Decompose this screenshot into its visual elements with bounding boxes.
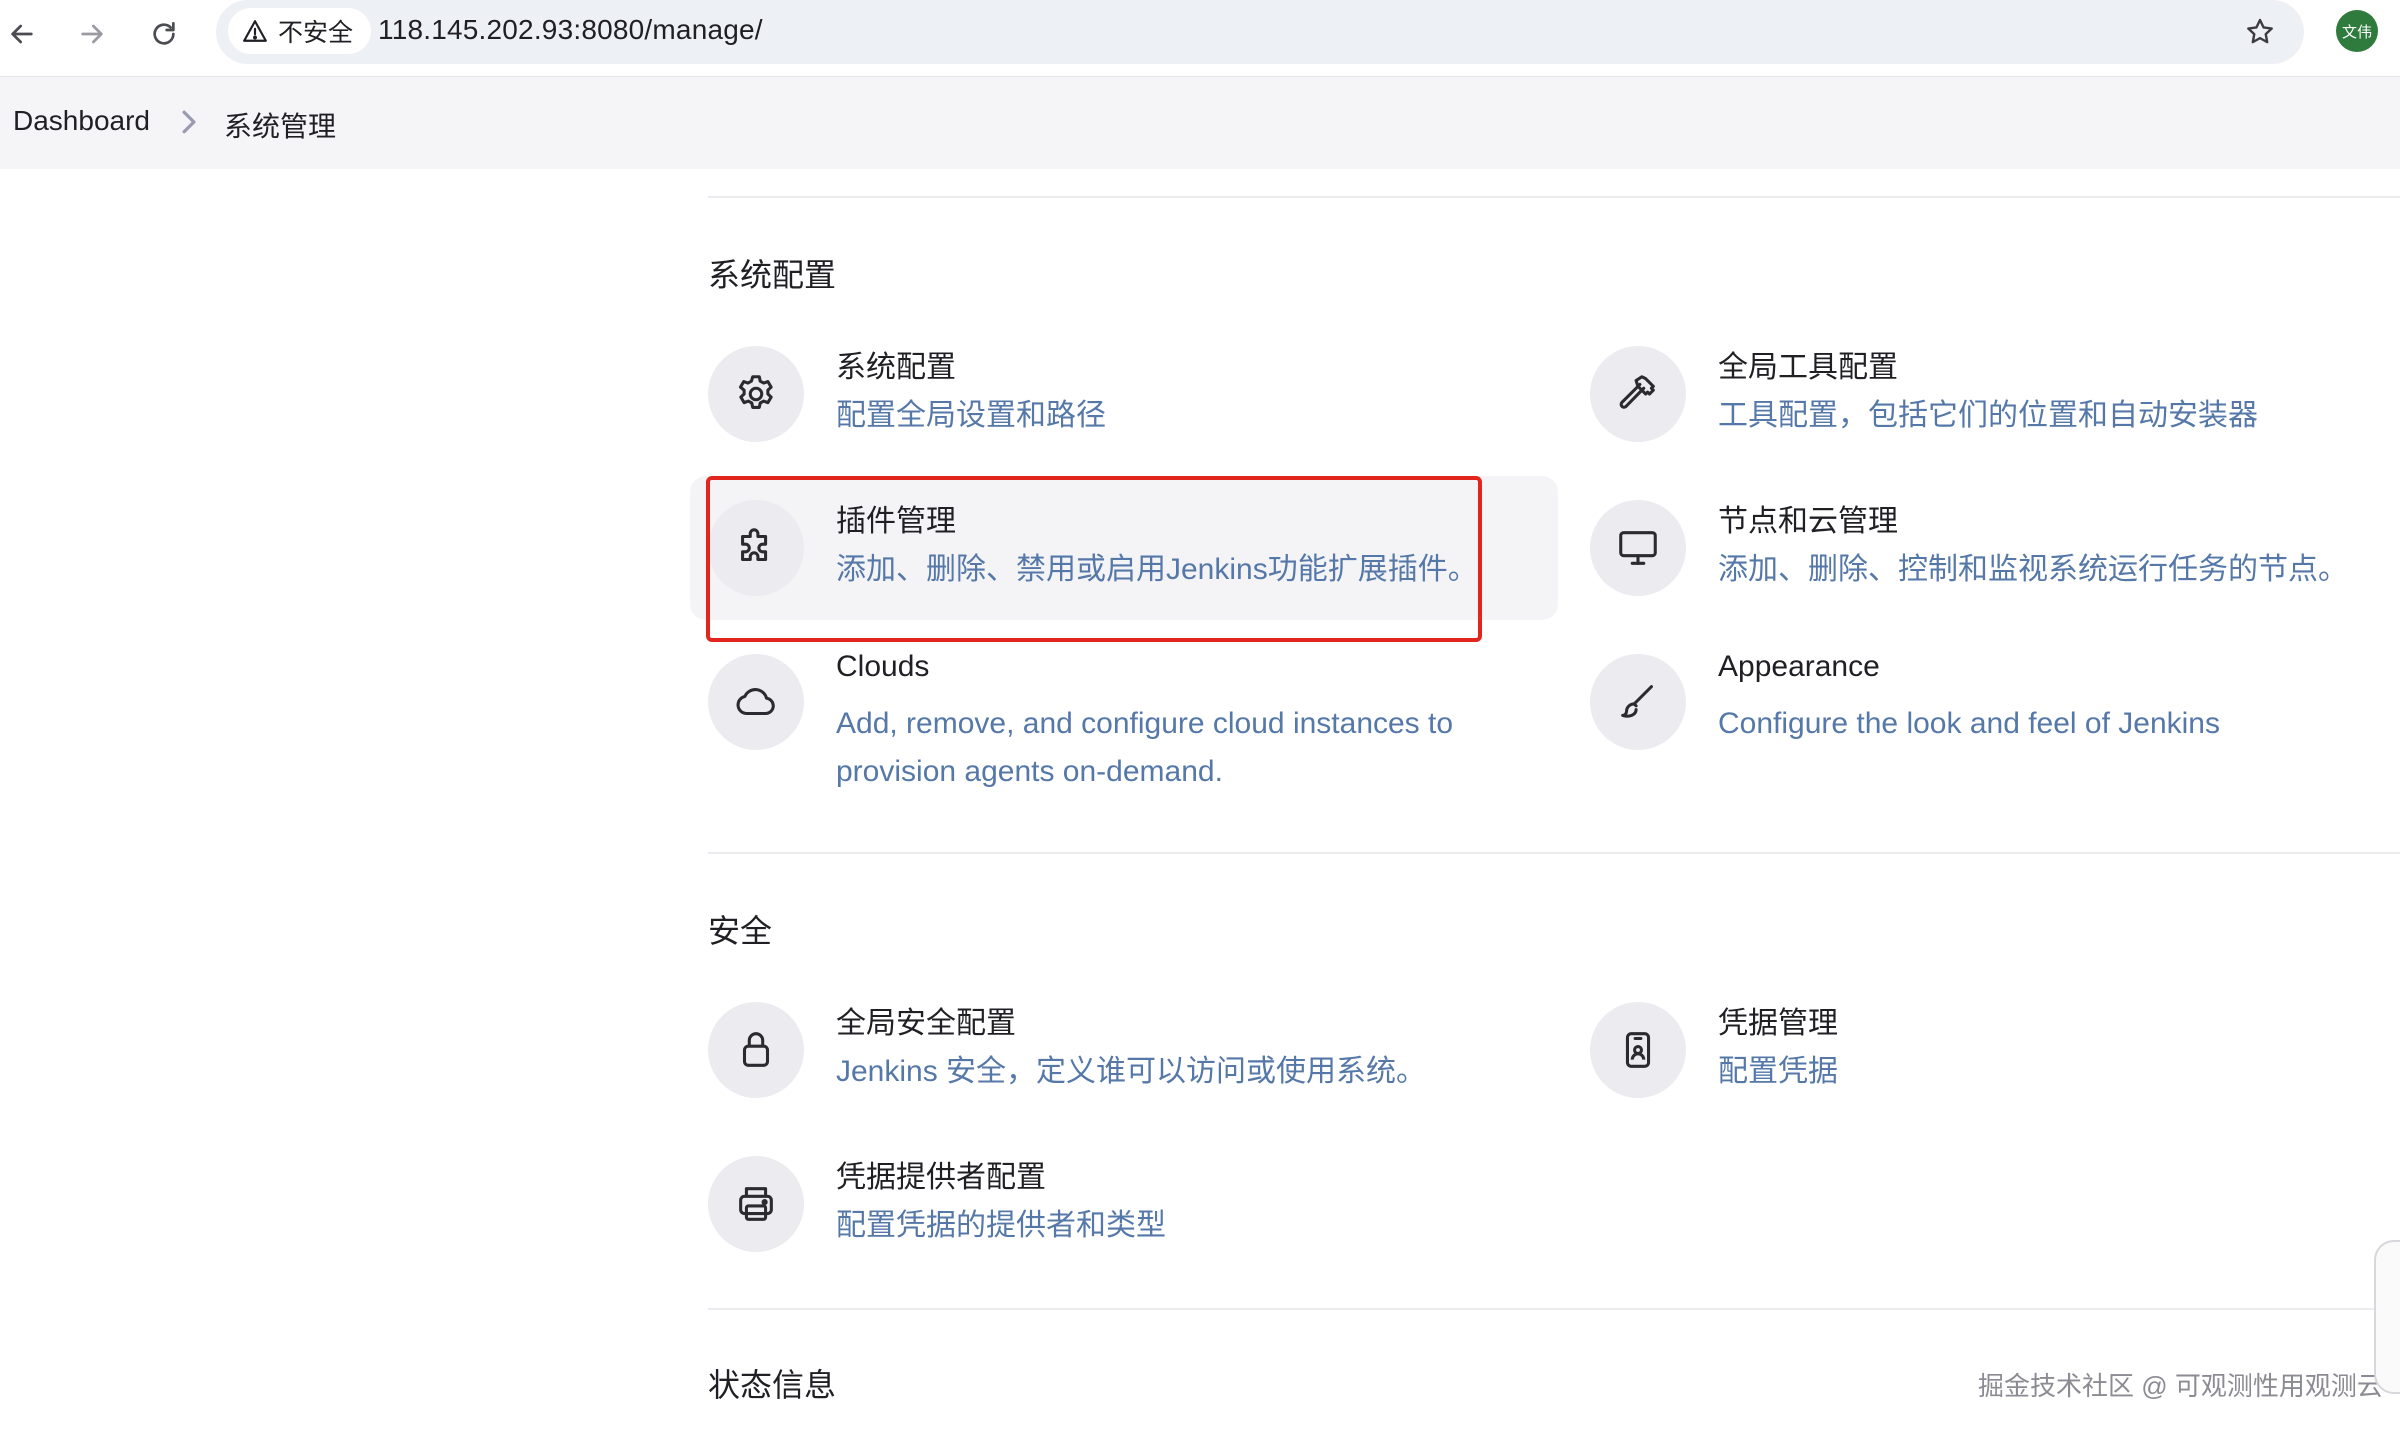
item-global-security[interactable]: 全局安全配置 Jenkins 安全，定义谁可以访问或使用系统。 <box>708 996 1528 1136</box>
highlight-annotation <box>706 476 1482 642</box>
item-title: 凭据管理 <box>1718 1007 1838 1040</box>
brush-icon <box>1621 685 1653 718</box>
reload-button[interactable] <box>142 12 186 56</box>
item-title: 节点和云管理 <box>1718 505 1898 538</box>
icon-circle <box>708 1156 804 1252</box>
item-description: 添加、删除、控制和监视系统运行任务的节点。 <box>1718 553 2348 586</box>
icon-circle <box>1590 1002 1686 1098</box>
url-text[interactable]: 118.145.202.93:8080/manage/ <box>378 14 763 46</box>
section-title-status: 状态信息 <box>708 1367 837 1403</box>
item-title: 系统配置 <box>836 351 956 384</box>
item-description: Jenkins 安全，定义谁可以访问或使用系统。 <box>836 1055 1427 1088</box>
item-description: Configure the look and feel of Jenkins <box>1718 707 2220 740</box>
id-badge-icon <box>1625 1032 1651 1068</box>
item-description: Add, remove, and configure cloud instanc… <box>836 707 1454 788</box>
reload-icon <box>153 22 175 45</box>
icon-circle <box>1590 654 1686 750</box>
address-bar[interactable]: 不安全 118.145.202.93:8080/manage/ <box>216 0 2304 64</box>
warning-icon <box>243 20 267 42</box>
browser-toolbar: 不安全 118.145.202.93:8080/manage/ 文伟 <box>0 0 2400 77</box>
monitor-icon <box>1619 531 1657 565</box>
cloud-icon <box>736 688 775 716</box>
chevron-right-icon <box>182 110 196 134</box>
security-label: 不安全 <box>278 19 354 47</box>
item-global-tools[interactable]: 全局工具配置 工具配置，包括它们的位置和自动安装器 <box>1590 340 2390 480</box>
item-title: 全局工具配置 <box>1718 351 1898 384</box>
breadcrumb: Dashboard 系统管理 <box>0 77 2400 169</box>
breadcrumb-manage[interactable]: 系统管理 <box>224 105 336 145</box>
item-title: 全局安全配置 <box>836 1007 1016 1040</box>
item-description: 配置凭据 <box>1718 1055 1838 1088</box>
item-description: 配置凭据的提供者和类型 <box>836 1209 1166 1242</box>
section-title-system: 系统配置 <box>708 257 837 293</box>
item-title: Clouds <box>836 650 930 683</box>
item-credentials[interactable]: 凭据管理 配置凭据 <box>1590 996 2390 1136</box>
item-credential-providers[interactable]: 凭据提供者配置 配置凭据的提供者和类型 <box>708 1150 1528 1290</box>
forward-button[interactable] <box>70 12 114 56</box>
hammer-icon <box>1619 375 1655 409</box>
divider <box>708 196 2400 198</box>
profile-avatar[interactable]: 文伟 <box>2336 10 2378 52</box>
icon-circle <box>708 1002 804 1098</box>
security-chip[interactable]: 不安全 <box>228 8 372 54</box>
icon-circle <box>708 654 804 750</box>
item-title: Appearance <box>1718 650 1880 683</box>
star-icon <box>2247 18 2273 44</box>
item-system-config[interactable]: 系统配置 配置全局设置和路径 <box>708 340 1528 480</box>
side-panel-handle[interactable] <box>2374 1240 2400 1394</box>
item-nodes-clouds[interactable]: 节点和云管理 添加、删除、控制和监视系统运行任务的节点。 <box>1590 494 2390 634</box>
divider <box>708 1308 2400 1310</box>
arrow-left-icon <box>11 24 33 44</box>
watermark: 掘金技术社区 @ 可观测性用观测云 <box>1978 1371 2383 1401</box>
section-title-security: 安全 <box>708 913 773 949</box>
icon-circle <box>708 346 804 442</box>
item-description: 工具配置，包括它们的位置和自动安装器 <box>1718 399 2258 432</box>
gear-icon <box>738 375 773 409</box>
divider <box>708 852 2400 854</box>
printer-icon <box>739 1187 773 1221</box>
arrow-right-icon <box>81 24 103 44</box>
item-appearance[interactable]: Appearance Configure the look and feel o… <box>1590 648 2390 788</box>
icon-circle <box>1590 346 1686 442</box>
bookmark-button[interactable] <box>2240 12 2280 52</box>
lock-icon <box>742 1032 770 1067</box>
icon-circle <box>1590 500 1686 596</box>
item-description: 配置全局设置和路径 <box>836 399 1106 432</box>
back-button[interactable] <box>0 12 44 56</box>
item-clouds[interactable]: Clouds Add, remove, and configure cloud … <box>708 648 1528 808</box>
breadcrumb-dashboard[interactable]: Dashboard <box>13 105 150 137</box>
item-title: 凭据提供者配置 <box>836 1161 1046 1194</box>
